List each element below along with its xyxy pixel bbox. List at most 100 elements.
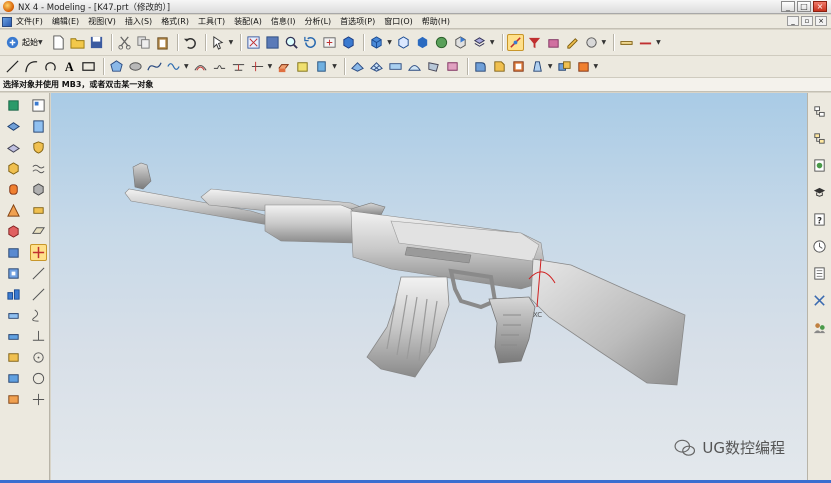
book-icon[interactable] (30, 118, 47, 135)
chevron-down-icon[interactable]: ▼ (229, 39, 234, 46)
perpendicular-icon[interactable] (30, 328, 47, 345)
select-cursor-icon[interactable] (210, 34, 227, 51)
close-button[interactable]: × (813, 1, 827, 12)
offset-curve-icon[interactable] (192, 58, 209, 75)
menu-help[interactable]: 帮助(H) (422, 16, 450, 27)
project-curve-icon[interactable] (230, 58, 247, 75)
rifle-3d-model[interactable]: XC (51, 93, 807, 480)
view-orientation-icon[interactable] (452, 34, 469, 51)
doc-close-button[interactable]: × (815, 16, 827, 26)
chevron-down-icon[interactable]: ▼ (490, 39, 495, 46)
block-feature-icon[interactable] (5, 160, 22, 177)
menu-assembly[interactable]: 装配(A) (234, 16, 262, 27)
maximize-button[interactable]: □ (797, 1, 811, 12)
point-constructor-icon[interactable] (29, 244, 47, 261)
spline-icon[interactable] (146, 58, 163, 75)
helix-icon[interactable] (165, 58, 182, 75)
edge-blend-icon[interactable] (472, 58, 489, 75)
groove-icon[interactable] (5, 328, 22, 345)
line-tool-icon[interactable] (30, 265, 47, 282)
crosshair-icon[interactable] (30, 391, 47, 408)
chevron-down-icon[interactable]: ▼ (184, 63, 189, 70)
sphere-icon[interactable] (433, 34, 450, 51)
zoom-window-icon[interactable] (264, 34, 281, 51)
copy-icon[interactable] (135, 34, 152, 51)
chevron-down-icon[interactable]: ▼ (387, 39, 392, 46)
chevron-down-icon[interactable]: ▼ (332, 63, 337, 70)
part-tree-icon[interactable] (811, 130, 828, 147)
datum-plane-icon[interactable] (5, 118, 22, 135)
menu-format[interactable]: 格式(R) (161, 16, 189, 27)
zoom-icon[interactable] (283, 34, 300, 51)
surface-icon[interactable] (349, 58, 366, 75)
cone-feature-icon[interactable] (5, 202, 22, 219)
doc-minimize-button[interactable]: _ (787, 16, 799, 26)
graphics-window[interactable]: XC UG数控编程 (51, 93, 807, 480)
doc-restore-button[interactable]: ▫ (801, 16, 813, 26)
ruled-surface-icon[interactable] (387, 58, 404, 75)
undo-icon[interactable] (182, 34, 199, 51)
boolean-unite-icon[interactable] (556, 58, 573, 75)
sketch-icon[interactable] (5, 97, 22, 114)
chevron-down-icon[interactable]: ▼ (602, 39, 607, 46)
ellipse-icon[interactable] (127, 58, 144, 75)
snap-point-icon[interactable] (506, 34, 524, 51)
sweep-icon[interactable] (313, 58, 330, 75)
pad-icon[interactable] (5, 286, 22, 303)
shaded-view-icon[interactable] (340, 34, 357, 51)
text-icon[interactable]: A (61, 58, 78, 75)
display-settings-icon[interactable] (583, 34, 600, 51)
menu-tools[interactable]: 工具(T) (198, 16, 225, 27)
slot-icon[interactable] (5, 307, 22, 324)
layer-icon[interactable] (471, 34, 488, 51)
menu-window[interactable]: 窗口(O) (384, 16, 413, 27)
cylinder-feature-icon[interactable] (5, 181, 22, 198)
sew-icon[interactable] (5, 391, 22, 408)
measure-distance-icon[interactable] (618, 34, 635, 51)
pan-view-icon[interactable] (321, 34, 338, 51)
process-studio-icon[interactable] (811, 292, 828, 309)
paste-icon[interactable] (154, 34, 171, 51)
menu-analysis[interactable]: 分析(L) (304, 16, 331, 27)
wave-icon[interactable] (30, 160, 47, 177)
shield-icon[interactable] (30, 139, 47, 156)
mirror-body-icon[interactable] (30, 181, 47, 198)
bridge-curve-icon[interactable] (211, 58, 228, 75)
select-filter-icon[interactable] (526, 34, 543, 51)
line-icon[interactable] (4, 58, 21, 75)
boss-icon[interactable] (5, 244, 22, 261)
edit-object-icon[interactable] (564, 34, 581, 51)
history-clock-icon[interactable] (811, 238, 828, 255)
extract-icon[interactable] (30, 202, 47, 219)
revolve-icon[interactable] (294, 58, 311, 75)
chevron-down-icon[interactable]: ▼ (548, 63, 553, 70)
rotate-view-icon[interactable] (302, 34, 319, 51)
minimize-button[interactable]: _ (781, 1, 795, 12)
new-file-icon[interactable] (50, 34, 67, 51)
trimmed-sheet-icon[interactable] (444, 58, 461, 75)
roles-icon[interactable] (811, 319, 828, 336)
pocket-icon[interactable] (5, 265, 22, 282)
block-icon[interactable] (368, 34, 385, 51)
web-browser-icon[interactable] (811, 157, 828, 174)
chevron-down-icon[interactable]: ▼ (594, 63, 599, 70)
menu-view[interactable]: 视图(V) (88, 16, 116, 27)
system-materials-icon[interactable] (811, 265, 828, 282)
instance-feature-icon[interactable] (5, 349, 22, 366)
offset-face-icon[interactable] (30, 223, 47, 240)
circle-tool-icon[interactable] (30, 349, 47, 366)
ruler-icon[interactable] (637, 34, 654, 51)
fit-view-icon[interactable] (245, 34, 262, 51)
menu-info[interactable]: 信息(I) (271, 16, 296, 27)
chamfer-icon[interactable] (491, 58, 508, 75)
part-navigator-icon[interactable] (30, 97, 47, 114)
open-folder-icon[interactable] (69, 34, 86, 51)
menu-insert[interactable]: 插入(S) (125, 16, 152, 27)
chevron-down-icon[interactable]: ▼ (268, 63, 273, 70)
trim-curve-icon[interactable] (249, 58, 266, 75)
offset-surface-icon[interactable] (425, 58, 442, 75)
circle-outline-icon[interactable] (30, 370, 47, 387)
shell-icon[interactable] (510, 58, 527, 75)
extrude-icon[interactable] (275, 58, 292, 75)
circle-icon[interactable] (42, 58, 59, 75)
